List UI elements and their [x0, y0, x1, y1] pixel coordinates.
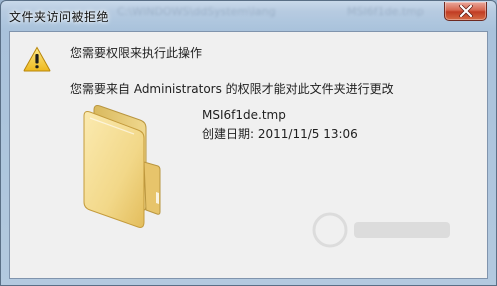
dialog-window: C:\WINDOWS\ddSystem\lang MSI6f1de.tmp 文件…: [0, 0, 497, 286]
warning-icon: [23, 46, 51, 72]
close-button[interactable]: [444, 2, 487, 21]
background-ghost-text: C:\WINDOWS\ddSystem\lang: [117, 5, 276, 18]
folder-icon: [83, 105, 161, 228]
dialog-content: 您需要权限来执行此操作 您需要来自 Administrators 的权限才能对此…: [9, 31, 488, 279]
file-name: MSI6f1de.tmp: [202, 108, 286, 122]
dialog-headline: 您需要权限来执行此操作: [70, 46, 203, 60]
watermark-logo: [312, 212, 450, 248]
close-icon: [458, 5, 473, 17]
window-title: 文件夹访问被拒绝: [9, 10, 110, 24]
background-ghost-text: MSI6f1de.tmp: [347, 5, 424, 18]
dialog-message: 您需要来自 Administrators 的权限才能对此文件夹进行更改: [70, 82, 394, 96]
file-date: 创建日期: 2011/11/5 13:06: [202, 127, 358, 141]
